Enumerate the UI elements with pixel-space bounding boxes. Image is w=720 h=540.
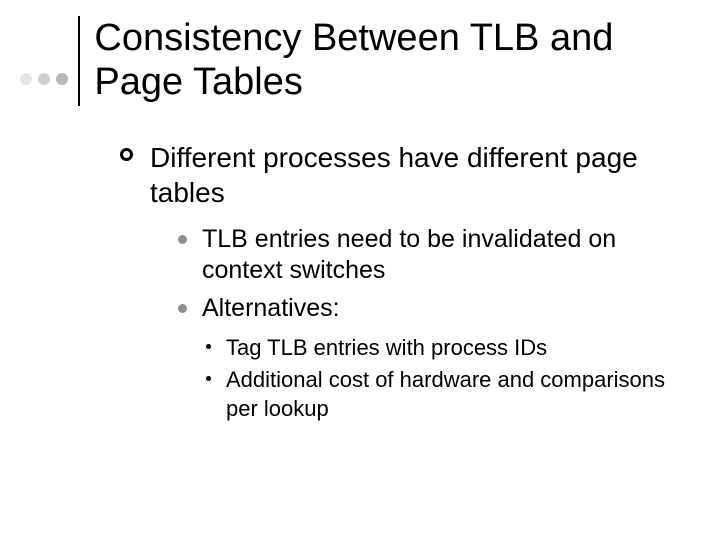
dot-icon (20, 73, 32, 85)
bullet-text: Additional cost of hardware and comparis… (226, 367, 665, 421)
dot-icon (56, 73, 68, 85)
level-2-group: TLB entries need to be invalidated on co… (120, 224, 680, 324)
mini-bullet-icon (206, 344, 211, 349)
bullet-text: Different processes have different page … (150, 142, 638, 208)
level-3-group: Tag TLB entries with process IDs Additio… (120, 334, 680, 424)
ring-bullet-icon (120, 148, 133, 161)
bullet-level-3: Additional cost of hardware and comparis… (206, 366, 680, 423)
vertical-divider (78, 16, 80, 106)
bullet-level-3: Tag TLB entries with process IDs (206, 334, 680, 363)
bullet-text: Alternatives: (202, 294, 340, 322)
slide-header: Consistency Between TLB and Page Tables (20, 16, 690, 106)
decorative-dots (20, 73, 68, 85)
mini-bullet-icon (206, 376, 211, 381)
slide-title: Consistency Between TLB and Page Tables (94, 17, 690, 104)
disc-bullet-icon (178, 235, 187, 244)
slide: Consistency Between TLB and Page Tables … (0, 0, 720, 540)
bullet-text: TLB entries need to be invalidated on co… (202, 225, 616, 284)
slide-body: Different processes have different page … (120, 140, 680, 428)
disc-bullet-icon (178, 304, 187, 313)
bullet-level-2: TLB entries need to be invalidated on co… (178, 224, 680, 287)
bullet-text: Tag TLB entries with process IDs (226, 335, 547, 360)
bullet-level-1: Different processes have different page … (120, 140, 680, 210)
dot-icon (38, 73, 50, 85)
bullet-level-2: Alternatives: (178, 293, 680, 324)
